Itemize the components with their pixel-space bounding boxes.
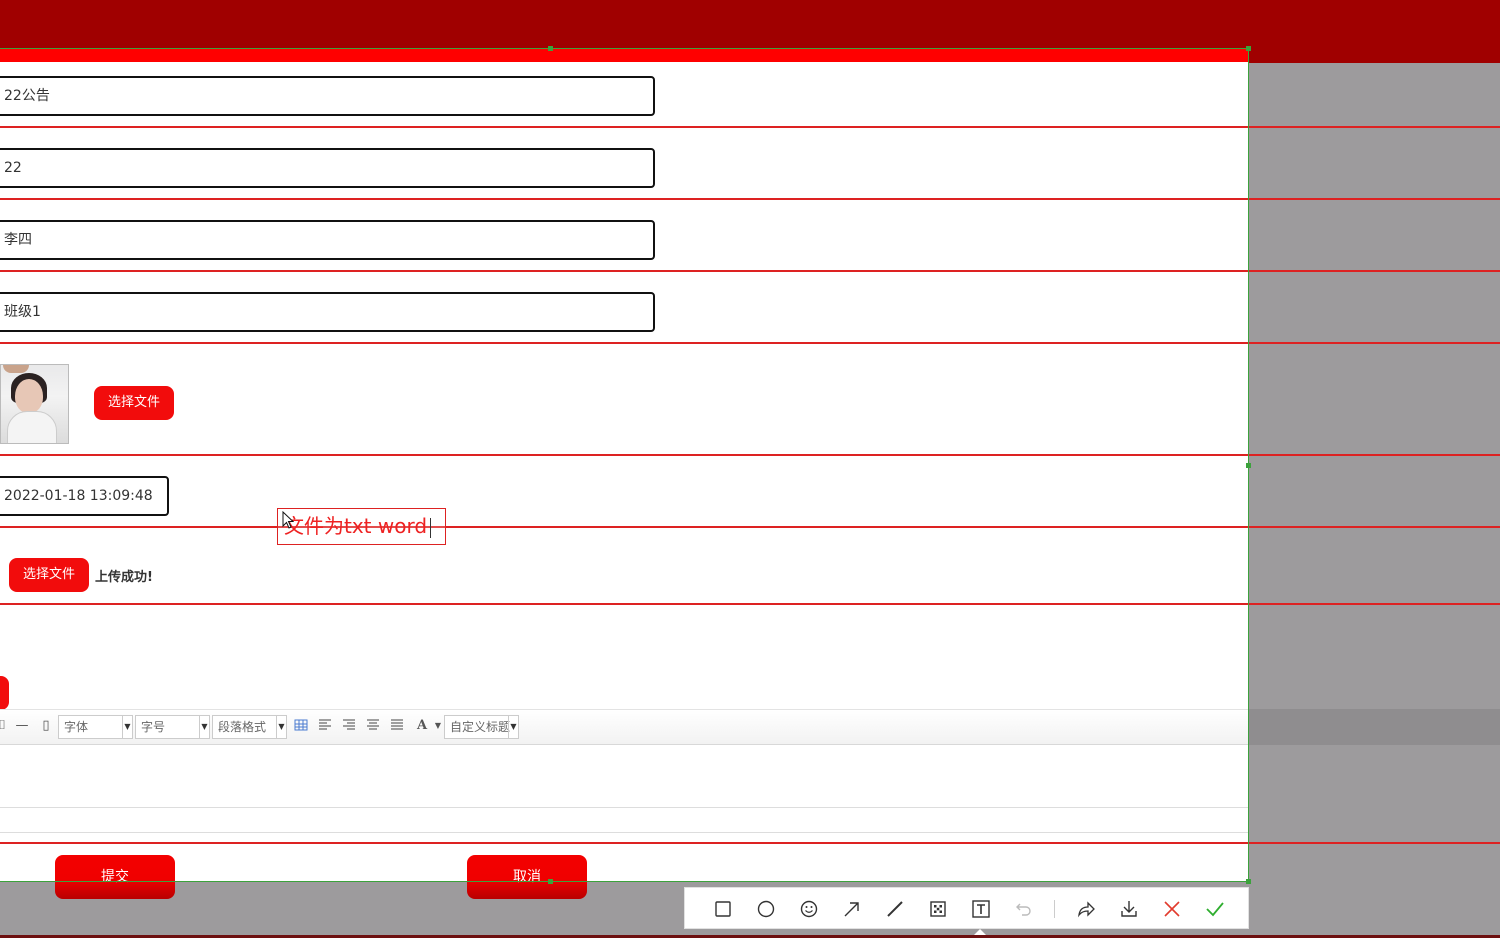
table-icon[interactable] — [294, 718, 310, 734]
toolbar-separator — [1054, 900, 1055, 918]
chevron-down-icon: ▼ — [122, 716, 132, 738]
resize-handle[interactable] — [548, 46, 553, 51]
row-divider — [0, 126, 1500, 128]
text-icon[interactable] — [970, 898, 992, 920]
image-preview — [0, 364, 69, 444]
class-input[interactable]: 班级1 — [0, 292, 655, 332]
row-divider — [0, 454, 1500, 456]
resize-handle[interactable] — [1246, 879, 1251, 884]
emoji-icon[interactable] — [798, 898, 820, 920]
row-divider — [0, 842, 1500, 844]
align-left-icon[interactable] — [318, 718, 334, 734]
annotation-text: 文件为txt word — [284, 514, 428, 538]
title-input[interactable]: 22公告 — [0, 76, 655, 116]
cancel-button[interactable]: 取消 — [467, 855, 587, 899]
pen-icon[interactable] — [884, 898, 906, 920]
font-color-icon[interactable]: A — [414, 718, 430, 734]
custom-title-select[interactable]: 自定义标题 ▼ — [444, 715, 519, 739]
screenshot-toolbar — [684, 887, 1249, 929]
mouse-cursor-icon — [282, 511, 294, 529]
choose-file-button[interactable]: 选择文件 — [9, 558, 89, 592]
face-shape — [15, 379, 43, 413]
share-icon[interactable] — [1075, 898, 1097, 920]
umbrella-shape — [3, 365, 29, 373]
align-center-icon[interactable] — [366, 718, 382, 734]
choose-image-button[interactable]: 选择文件 — [94, 386, 174, 420]
font-size-label: 字号 — [141, 720, 166, 734]
resize-handle[interactable] — [1246, 46, 1251, 51]
mosaic-icon[interactable] — [927, 898, 949, 920]
page-icon[interactable]: ▯ — [38, 718, 54, 734]
toolbar-overlay — [1249, 709, 1500, 745]
paragraph-select[interactable]: 段落格式 ▼ — [212, 715, 287, 739]
font-size-select[interactable]: 字号 ▼ — [135, 715, 210, 739]
datetime-input[interactable]: 2022-01-18 13:09:48 — [0, 476, 169, 516]
chevron-down-icon: ▼ — [276, 716, 286, 738]
resize-handle[interactable] — [1246, 463, 1251, 468]
partial-button[interactable] — [0, 676, 9, 710]
font-select-label: 字体 — [64, 720, 89, 734]
paragraph-label: 段落格式 — [218, 720, 267, 734]
editor-toolbar: ⌷ — ▯ 字体 ▼ 字号 ▼ 段落格式 ▼ A ▼ 自定义标题 ▼ — [0, 709, 1249, 745]
editor-divider — [0, 832, 1249, 833]
close-icon[interactable] — [1161, 898, 1183, 920]
row-divider — [0, 270, 1500, 272]
confirm-icon[interactable] — [1204, 898, 1226, 920]
number-input[interactable]: 22 — [0, 148, 655, 188]
horizontal-rule-icon[interactable]: — — [14, 718, 30, 734]
text-caret — [430, 517, 432, 538]
align-justify-icon[interactable] — [390, 718, 406, 734]
annotation-textbox[interactable]: 文件为txt word — [277, 508, 446, 545]
download-icon[interactable] — [1118, 898, 1140, 920]
editor-divider — [0, 807, 1249, 808]
arrow-icon[interactable] — [841, 898, 863, 920]
resize-handle[interactable] — [548, 879, 553, 884]
submit-button[interactable]: 提交 — [55, 855, 175, 899]
selection-border-top — [0, 48, 1249, 49]
toolbar-cut-icon[interactable]: ⌷ — [0, 718, 10, 734]
undo-icon[interactable] — [1013, 898, 1035, 920]
body-shape — [7, 411, 57, 443]
selection-border-bottom[interactable] — [0, 881, 1249, 882]
chevron-down-icon: ▼ — [508, 716, 518, 738]
row-divider — [0, 342, 1500, 344]
font-select[interactable]: 字体 ▼ — [58, 715, 133, 739]
ellipse-icon[interactable] — [755, 898, 777, 920]
row-divider — [0, 198, 1500, 200]
chevron-down-icon: ▼ — [199, 716, 209, 738]
row-divider — [0, 603, 1500, 605]
custom-title-label: 自定义标题 — [450, 720, 511, 734]
rectangle-icon[interactable] — [712, 898, 734, 920]
header-accent-strip — [0, 48, 1249, 62]
row-divider — [0, 526, 1500, 528]
align-right-icon[interactable] — [342, 718, 358, 734]
upload-status-text: 上传成功! — [95, 570, 153, 585]
author-input[interactable]: 李四 — [0, 220, 655, 260]
